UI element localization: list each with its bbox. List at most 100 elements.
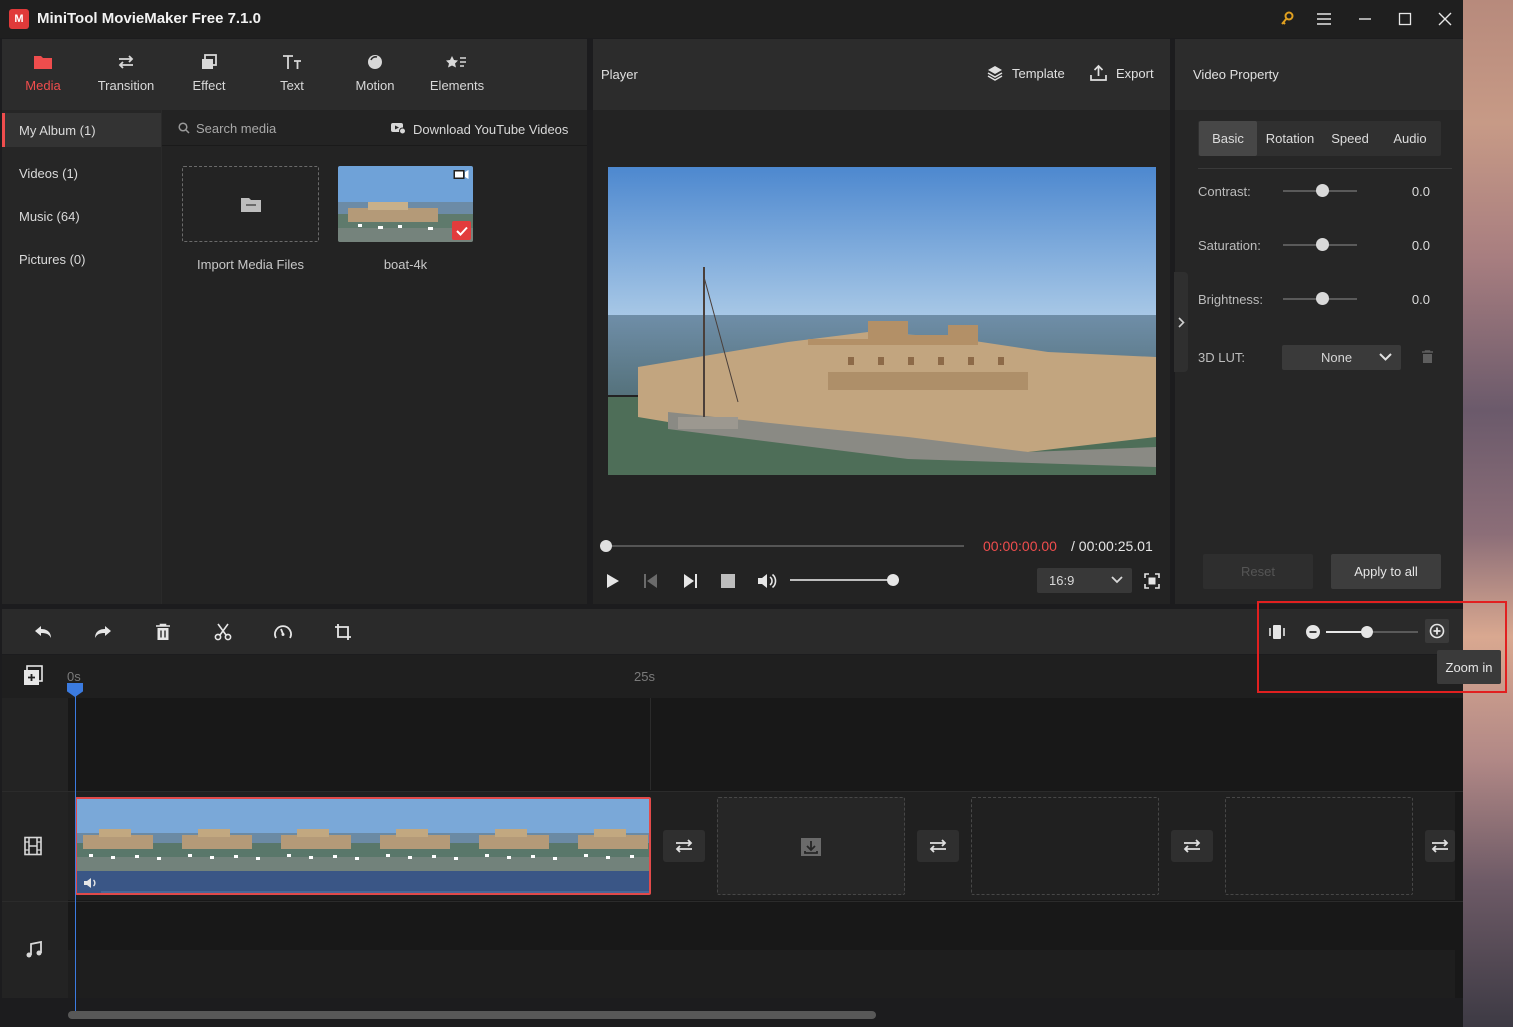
video-preview	[608, 167, 1156, 475]
effect-layers-icon	[199, 50, 219, 74]
fullscreen-icon[interactable]	[1144, 573, 1160, 589]
volume-slider-knob[interactable]	[887, 574, 899, 586]
maximize-icon[interactable]	[1393, 8, 1417, 30]
tab-basic[interactable]: Basic	[1199, 121, 1257, 156]
tab-speed[interactable]: Speed	[1321, 121, 1379, 156]
redo-icon[interactable]	[91, 620, 115, 644]
timeline-ruler[interactable]	[2, 655, 1463, 698]
crop-icon[interactable]	[331, 620, 355, 644]
close-icon[interactable]	[1433, 8, 1457, 30]
apply-to-all-button[interactable]: Apply to all	[1331, 554, 1441, 589]
player-progress-knob[interactable]	[600, 540, 612, 552]
menu-icon[interactable]	[1312, 8, 1336, 30]
contrast-value: 0.0	[1411, 184, 1430, 199]
audio-waveform	[101, 891, 649, 893]
sidebar-item-videos[interactable]: Videos (1)	[2, 156, 161, 190]
trash-icon[interactable]	[1421, 350, 1434, 364]
transition-slot-button[interactable]	[663, 830, 705, 862]
sidebar-item-my-album[interactable]: My Album (1)	[2, 113, 161, 147]
tab-transition-label: Transition	[97, 78, 155, 93]
export-button[interactable]: Export	[1089, 64, 1154, 82]
minimize-icon[interactable]	[1353, 8, 1377, 30]
player-progress-track[interactable]	[606, 545, 964, 547]
template-button[interactable]: Template	[986, 64, 1065, 82]
transition-slot-button[interactable]	[1171, 830, 1213, 862]
add-track-icon[interactable]	[22, 665, 44, 687]
ruler-tick-label: 25s	[634, 669, 655, 684]
aspect-ratio-select[interactable]: 16:9	[1037, 568, 1132, 593]
key-icon[interactable]	[1275, 8, 1299, 30]
media-item-name: boat-4k	[383, 257, 428, 272]
transition-slot-button[interactable]	[1425, 830, 1455, 862]
swap-arrows-icon	[1183, 839, 1201, 853]
volume-slider-track[interactable]	[790, 579, 894, 581]
sidebar-item-music[interactable]: Music (64)	[2, 199, 161, 233]
film-strip-icon	[23, 836, 43, 856]
brightness-slider-knob[interactable]	[1316, 292, 1329, 305]
timeline-scrollbar[interactable]	[68, 1011, 876, 1019]
clip-drop-slot[interactable]	[717, 797, 905, 895]
lut-label: 3D LUT:	[1198, 350, 1245, 365]
tab-text[interactable]: Text	[251, 50, 333, 102]
contrast-slider-knob[interactable]	[1316, 184, 1329, 197]
tab-elements[interactable]: Elements	[416, 50, 498, 102]
saturation-label: Saturation:	[1198, 238, 1261, 253]
player-header	[593, 39, 1170, 110]
reset-button[interactable]: Reset	[1203, 554, 1313, 589]
clip-thumbnails	[77, 799, 649, 871]
sidebar-item-label: Videos (1)	[19, 165, 79, 181]
delete-icon[interactable]	[151, 620, 175, 644]
chevron-down-icon	[1111, 576, 1123, 584]
elements-icon	[446, 50, 468, 74]
volume-icon[interactable]	[757, 572, 777, 590]
clip-drop-slot[interactable]	[1225, 797, 1413, 895]
play-icon[interactable]	[606, 573, 620, 589]
property-title: Video Property	[1193, 67, 1279, 82]
drop-download-icon	[800, 837, 822, 857]
music-note-icon	[24, 940, 44, 960]
download-youtube-link[interactable]: Download YouTube Videos	[413, 122, 568, 137]
upload-icon	[1090, 64, 1107, 81]
tab-motion[interactable]: Motion	[334, 50, 416, 102]
lut-select[interactable]: None	[1282, 345, 1401, 370]
import-media-button[interactable]	[182, 166, 319, 242]
undo-icon[interactable]	[31, 620, 55, 644]
video-camera-icon	[453, 169, 469, 180]
tab-elements-label: Elements	[429, 78, 485, 93]
layers-icon	[987, 66, 1003, 81]
folder-icon	[240, 198, 261, 212]
divider	[1198, 168, 1452, 169]
tab-media[interactable]: Media	[2, 50, 84, 102]
stop-icon[interactable]	[721, 574, 735, 588]
export-label: Export	[1116, 65, 1154, 81]
lut-value: None	[1321, 350, 1353, 365]
player-title: Player	[601, 67, 638, 82]
tab-media-label: Media	[25, 78, 61, 93]
zoom-in-tooltip: Zoom in	[1437, 650, 1501, 684]
total-time: / 00:00:25.01	[1071, 538, 1153, 554]
tab-rotation[interactable]: Rotation	[1259, 121, 1321, 156]
tab-effect[interactable]: Effect	[168, 50, 250, 102]
sidebar-item-pictures[interactable]: Pictures (0)	[2, 242, 161, 276]
transition-slot-button[interactable]	[917, 830, 959, 862]
search-input[interactable]: Search media	[196, 121, 276, 136]
swap-arrows-icon	[1431, 839, 1449, 853]
window-title: MiniTool MovieMaker Free 7.1.0	[37, 10, 261, 27]
playhead[interactable]	[75, 688, 76, 1018]
collapse-panel-button[interactable]	[1174, 272, 1188, 372]
split-scissors-icon[interactable]	[211, 620, 235, 644]
saturation-slider-knob[interactable]	[1316, 238, 1329, 251]
next-frame-icon[interactable]	[682, 573, 698, 589]
tab-audio[interactable]: Audio	[1380, 121, 1440, 156]
sidebar-item-label: Pictures (0)	[19, 251, 86, 267]
previous-frame-icon[interactable]	[643, 573, 659, 589]
clip-drop-slot[interactable]	[971, 797, 1159, 895]
brightness-label: Brightness:	[1198, 292, 1264, 307]
tab-transition[interactable]: Transition	[85, 50, 167, 102]
time-marker-line	[650, 698, 651, 790]
clip-audio-strip	[77, 871, 649, 893]
media-item-boat-4k[interactable]	[338, 166, 473, 242]
sidebar-item-label: Music (64)	[19, 208, 80, 224]
video-clip[interactable]	[75, 797, 651, 895]
speed-gauge-icon[interactable]	[271, 620, 295, 644]
